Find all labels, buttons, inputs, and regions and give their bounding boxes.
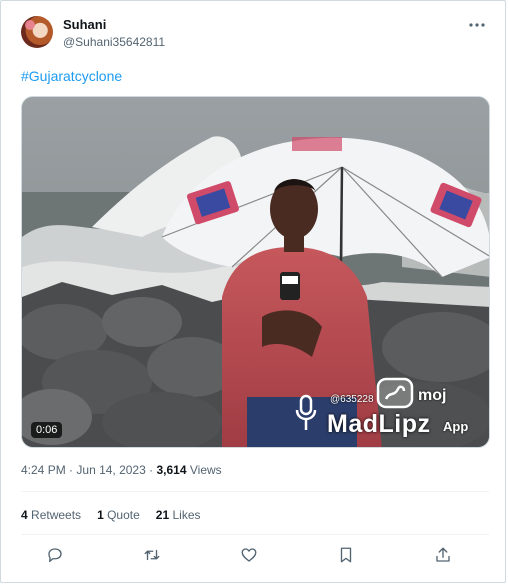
- display-name[interactable]: Suhani: [63, 17, 106, 32]
- likes-label: Likes: [172, 508, 201, 522]
- retweets-label: Retweets: [31, 508, 82, 522]
- moj-logo-icon: [376, 377, 414, 409]
- divider: [21, 491, 489, 492]
- views-count: 3,614: [156, 463, 187, 477]
- views-label: Views: [189, 463, 222, 477]
- quotes-count: 1: [97, 508, 104, 522]
- share-icon: [436, 547, 450, 562]
- reply-icon: [48, 548, 62, 563]
- retweets-stat[interactable]: 4 Retweets: [21, 508, 81, 522]
- retweet-icon: [144, 549, 160, 561]
- reply-button[interactable]: [43, 543, 67, 567]
- more-icon[interactable]: [465, 15, 489, 35]
- microphone-icon: [295, 394, 317, 430]
- watermark-madlipz: MadLipz: [327, 410, 431, 438]
- share-button[interactable]: [431, 543, 455, 567]
- quotes-label: Quote: [107, 508, 140, 522]
- quotes-stat[interactable]: 1 Quote: [97, 508, 140, 522]
- divider: [21, 534, 489, 535]
- tweet-card: Suhani @Suhani35642811 #Gujaratcyclone 0…: [0, 0, 506, 583]
- retweets-count: 4: [21, 508, 28, 522]
- like-icon: [241, 548, 257, 562]
- tweet-time[interactable]: 4:24 PM: [21, 463, 66, 477]
- action-bar: [43, 543, 455, 567]
- bookmark-icon: [340, 547, 352, 563]
- likes-stat[interactable]: 21 Likes: [156, 508, 201, 522]
- watermark-moj: moj: [418, 387, 447, 404]
- tweet-date[interactable]: Jun 14, 2023: [76, 463, 145, 477]
- video-player[interactable]: 0:06 @635228 moj MadLipz App: [21, 96, 490, 448]
- avatar[interactable]: [21, 16, 53, 48]
- tweet-stats: 4 Retweets 1 Quote 21 Likes: [21, 508, 201, 522]
- likes-count: 21: [155, 508, 170, 522]
- watermark-app: App: [443, 419, 469, 434]
- bookmark-button[interactable]: [334, 543, 358, 567]
- watermark-handle: @635228: [330, 394, 374, 405]
- retweet-button[interactable]: [140, 543, 164, 567]
- like-button[interactable]: [237, 543, 261, 567]
- tweet-timestamp: 4:24 PM · Jun 14, 2023 · 3,614 Views: [21, 463, 222, 477]
- user-handle[interactable]: @Suhani35642811: [63, 35, 165, 49]
- video-duration: 0:06: [31, 422, 63, 438]
- hashtag-link[interactable]: #Gujaratcyclone: [21, 68, 122, 84]
